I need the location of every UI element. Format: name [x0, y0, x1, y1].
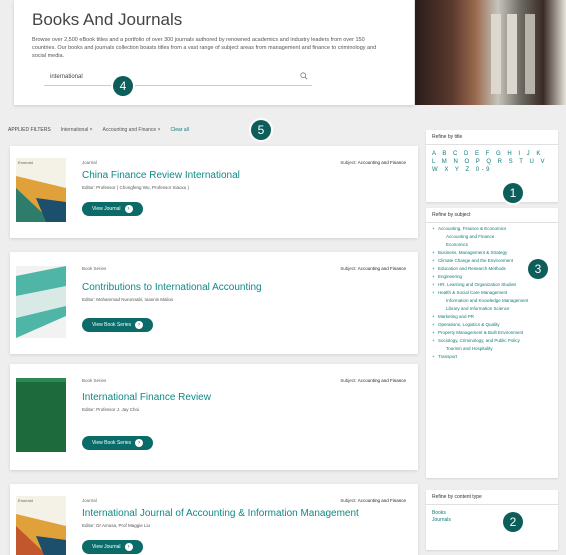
- page-title: Books And Journals: [32, 10, 183, 29]
- item-title-link[interactable]: International Journal of Accounting & In…: [82, 508, 359, 519]
- alphabet-filter[interactable]: A B C D E F G H I J K L M N O P Q R S T …: [426, 145, 558, 179]
- item-subject: Subject: Accounting and Finance: [340, 160, 406, 165]
- arrow-right-icon: ›: [124, 543, 133, 551]
- subject-item[interactable]: Health & Social Care Management: [432, 290, 552, 296]
- result-card: Book Series Subject: Accounting and Fina…: [10, 252, 418, 354]
- subject-item[interactable]: Accounting, Finance & Economics: [432, 226, 552, 232]
- item-type: Book Series: [82, 378, 107, 383]
- refine-by-title-panel: Refine by title A B C D E F G H I J K L …: [426, 130, 558, 202]
- view-book-series-button[interactable]: View Book Series ›: [82, 318, 154, 332]
- content-type-books[interactable]: Books: [432, 510, 552, 517]
- filter-chip-international[interactable]: International ×: [61, 127, 93, 133]
- cover-image: [16, 266, 66, 338]
- callout-badge: 1: [503, 183, 523, 203]
- hero-card: Books And Journals Browse over 2,500 eBo…: [14, 0, 414, 105]
- view-book-series-button[interactable]: View Book Series ›: [82, 436, 154, 450]
- subject-item[interactable]: Tourism and Hospitality: [432, 346, 552, 352]
- search-value: international: [50, 74, 83, 80]
- result-card: Emerald Journal Subject: Accounting and …: [10, 146, 418, 238]
- item-editor: Editor: Professor J. Jay Choi: [82, 407, 140, 412]
- subject-item[interactable]: Library and Information Science: [432, 306, 552, 312]
- item-subject: Subject: Accounting and Finance: [340, 378, 406, 383]
- cover-image: [16, 378, 66, 452]
- subject-item[interactable]: Transport: [432, 354, 552, 360]
- subject-item[interactable]: Marketing and PR: [432, 314, 552, 320]
- applied-filters-label: APPLIED FILTERS: [8, 127, 51, 133]
- result-card: Emerald Journal Subject: Accounting and …: [10, 484, 418, 555]
- subject-item[interactable]: Accounting and Finance: [432, 234, 552, 240]
- callout-badge: 5: [251, 120, 271, 140]
- refine-by-subject-panel: Refine by subject Accounting, Finance & …: [426, 208, 558, 478]
- publisher-logo: Emerald: [18, 160, 33, 165]
- item-editor: Editor: Professor ( Chongfeng Wu, Profes…: [82, 185, 189, 190]
- view-journal-button[interactable]: View Journal ›: [82, 540, 143, 554]
- subject-item[interactable]: Business, Management & Strategy: [432, 250, 552, 256]
- arrow-right-icon: ›: [135, 439, 144, 447]
- subject-item[interactable]: Property Management & Built Environment: [432, 330, 552, 336]
- subject-item[interactable]: Information and Knowledge Management: [432, 298, 552, 304]
- subject-item[interactable]: Sociology, Criminology, and Public Polic…: [432, 338, 552, 344]
- item-type: Book Series: [82, 266, 107, 271]
- item-title-link[interactable]: International Finance Review: [82, 392, 211, 403]
- applied-filters: APPLIED FILTERS International × Accounti…: [8, 124, 189, 136]
- item-title-link[interactable]: China Finance Review International: [82, 170, 240, 181]
- refine-title-heading: Refine by title: [426, 130, 558, 145]
- item-editor: Editor: Dr Amusa, Prof Maggie Liu: [82, 523, 151, 528]
- item-type: Journal: [82, 160, 97, 165]
- arrow-right-icon: ›: [124, 205, 133, 213]
- refine-by-content-type-panel: Refine by content type Books Journals: [426, 490, 558, 550]
- item-subject: Subject: Accounting and Finance: [340, 266, 406, 271]
- callout-badge: 2: [503, 512, 523, 532]
- page-description: Browse over 2,500 eBook titles and a por…: [32, 37, 377, 59]
- arrow-right-icon: ›: [135, 321, 144, 329]
- subject-item[interactable]: HR, Learning and Organization Studies: [432, 282, 552, 288]
- subject-list: Accounting, Finance & Economics Accountin…: [426, 223, 558, 365]
- callout-badge: 3: [528, 259, 548, 279]
- search-input[interactable]: international: [44, 69, 312, 86]
- item-title-link[interactable]: Contributions to International Accountin…: [82, 282, 262, 293]
- cover-image: [16, 158, 66, 222]
- item-type: Journal: [82, 498, 97, 503]
- clear-all-link[interactable]: Clear all: [171, 127, 189, 133]
- search-icon[interactable]: [300, 72, 308, 80]
- filter-chip-accounting[interactable]: Accounting and Finance ×: [103, 127, 161, 133]
- subject-item[interactable]: Economics: [432, 242, 552, 248]
- refine-content-heading: Refine by content type: [426, 490, 558, 505]
- callout-badge: 4: [113, 76, 133, 96]
- publisher-logo: Emerald: [18, 498, 33, 503]
- view-journal-button[interactable]: View Journal ›: [82, 202, 143, 216]
- refine-subject-heading: Refine by subject: [426, 208, 558, 223]
- hero-image: [415, 0, 566, 105]
- cover-image: [16, 496, 66, 555]
- result-card: Book Series Subject: Accounting and Fina…: [10, 364, 418, 470]
- item-subject: Subject: Accounting and Finance: [340, 498, 406, 503]
- item-editor: Editor: Mohammad Nurunnabi, Ioannis Mali…: [82, 297, 174, 302]
- subject-item[interactable]: Operations, Logistics & Quality: [432, 322, 552, 328]
- content-type-journals[interactable]: Journals: [432, 517, 552, 524]
